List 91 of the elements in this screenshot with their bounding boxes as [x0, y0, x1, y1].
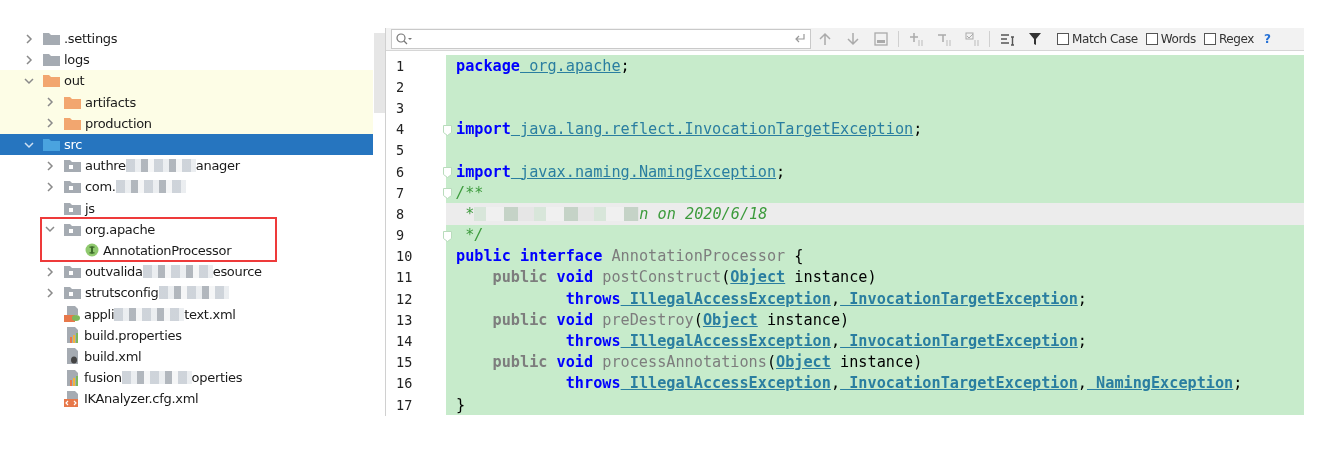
- tree-item[interactable]: js: [0, 197, 373, 219]
- item-label: logs: [64, 52, 90, 68]
- line-number: 4: [396, 121, 405, 138]
- arrow-down-icon[interactable]: [846, 32, 860, 46]
- tree-item[interactable]: .settings: [0, 28, 373, 50]
- line-number: 1: [396, 57, 405, 74]
- item-label: production: [85, 115, 152, 131]
- tree-item[interactable]: outvalida esource: [0, 261, 373, 283]
- item-label: org.apache: [85, 221, 156, 237]
- line-number: 6: [396, 163, 405, 180]
- item-label: AnnotationProcessor: [103, 242, 232, 258]
- line-number: 12: [396, 290, 413, 307]
- line-number: 17: [396, 396, 413, 413]
- item-label: outvalida: [85, 264, 143, 280]
- item-label: src: [64, 137, 83, 153]
- line-number: 10: [396, 248, 413, 265]
- package-icon: [64, 201, 81, 215]
- item-label: fusion: [84, 370, 122, 386]
- search-field[interactable]: [391, 29, 811, 49]
- xml-file-icon: [64, 390, 80, 407]
- help-link[interactable]: ?: [1264, 32, 1271, 46]
- checkbox[interactable]: Words: [1145, 32, 1196, 46]
- line-number: 8: [396, 205, 405, 222]
- line-number: 13: [396, 311, 413, 328]
- tree-item[interactable]: AnnotationProcessor: [0, 239, 373, 262]
- folder-icon: [43, 32, 60, 46]
- line-number: 14: [396, 333, 413, 350]
- window-icon[interactable]: [874, 32, 888, 46]
- xml-file-icon: [64, 306, 80, 323]
- item-label: IKAnalyzer.cfg.xml: [84, 391, 199, 407]
- tree-item[interactable]: fusion operties: [0, 367, 373, 389]
- folder-icon: [43, 138, 60, 152]
- item-label: .settings: [64, 31, 118, 47]
- select-all-icon[interactable]: [965, 32, 979, 46]
- newline-icon: [794, 33, 806, 45]
- item-label: anager: [195, 158, 240, 174]
- line-number: 5: [396, 142, 405, 159]
- line-number: 11: [396, 269, 413, 286]
- package-icon: [64, 286, 81, 300]
- tree-item[interactable]: IKAnalyzer.cfg.xml: [0, 388, 373, 410]
- tree-item[interactable]: build.properties: [0, 324, 373, 346]
- item-label: appli: [84, 306, 115, 322]
- checkbox[interactable]: Match Case: [1057, 32, 1138, 46]
- item-label: authre: [85, 158, 126, 174]
- line-number: 16: [396, 375, 413, 392]
- package-icon: [64, 222, 81, 236]
- line-number: 7: [396, 184, 405, 201]
- item-label: artifacts: [85, 94, 136, 110]
- arrow-up-icon[interactable]: [818, 32, 832, 46]
- checkbox[interactable]: Regex: [1203, 32, 1254, 46]
- filter-lines-icon[interactable]: [1000, 32, 1014, 46]
- folder-icon: [64, 116, 81, 130]
- line-number: 2: [396, 78, 405, 95]
- item-label: js: [85, 200, 95, 216]
- item-label: operties: [191, 370, 243, 386]
- xml-file-icon: [64, 348, 80, 365]
- properties-file-icon: [64, 369, 80, 386]
- item-label: strutsconfig: [85, 285, 159, 301]
- search-icon: [396, 33, 412, 45]
- folder-icon: [43, 74, 60, 88]
- remove-occurrence-icon[interactable]: [937, 32, 951, 46]
- line-number: 15: [396, 354, 413, 371]
- package-icon: [64, 265, 81, 279]
- item-label: text.xml: [184, 306, 236, 322]
- tree-item[interactable]: org.apache: [0, 218, 373, 240]
- properties-file-icon: [64, 327, 80, 344]
- add-occurrence-icon[interactable]: [909, 32, 923, 46]
- tree-item[interactable]: artifacts: [0, 91, 373, 113]
- item-label: esource: [212, 264, 262, 280]
- tree-item[interactable]: src: [0, 133, 373, 156]
- scrollbar[interactable]: [374, 33, 385, 113]
- item-label: build.xml: [84, 348, 142, 364]
- package-icon: [64, 180, 81, 194]
- tree-item[interactable]: strutsconfig: [0, 282, 373, 304]
- tree-item[interactable]: authre anager: [0, 155, 373, 177]
- tree-item[interactable]: production: [0, 112, 373, 134]
- line-number: 3: [396, 99, 405, 116]
- folder-icon: [43, 53, 60, 67]
- filter-icon[interactable]: [1028, 32, 1042, 46]
- tree-item[interactable]: com.: [0, 176, 373, 198]
- package-icon: [64, 159, 81, 173]
- interface-icon: [85, 243, 99, 258]
- tree-item[interactable]: build.xml: [0, 345, 373, 367]
- item-label: out: [64, 73, 85, 89]
- folder-icon: [64, 95, 81, 109]
- line-number: 9: [396, 227, 405, 244]
- tree-item[interactable]: logs: [0, 49, 373, 71]
- item-label: com.: [85, 179, 116, 195]
- tree-item[interactable]: out: [0, 70, 373, 92]
- item-label: build.properties: [84, 327, 182, 343]
- tree-item[interactable]: appli text.xml: [0, 303, 373, 325]
